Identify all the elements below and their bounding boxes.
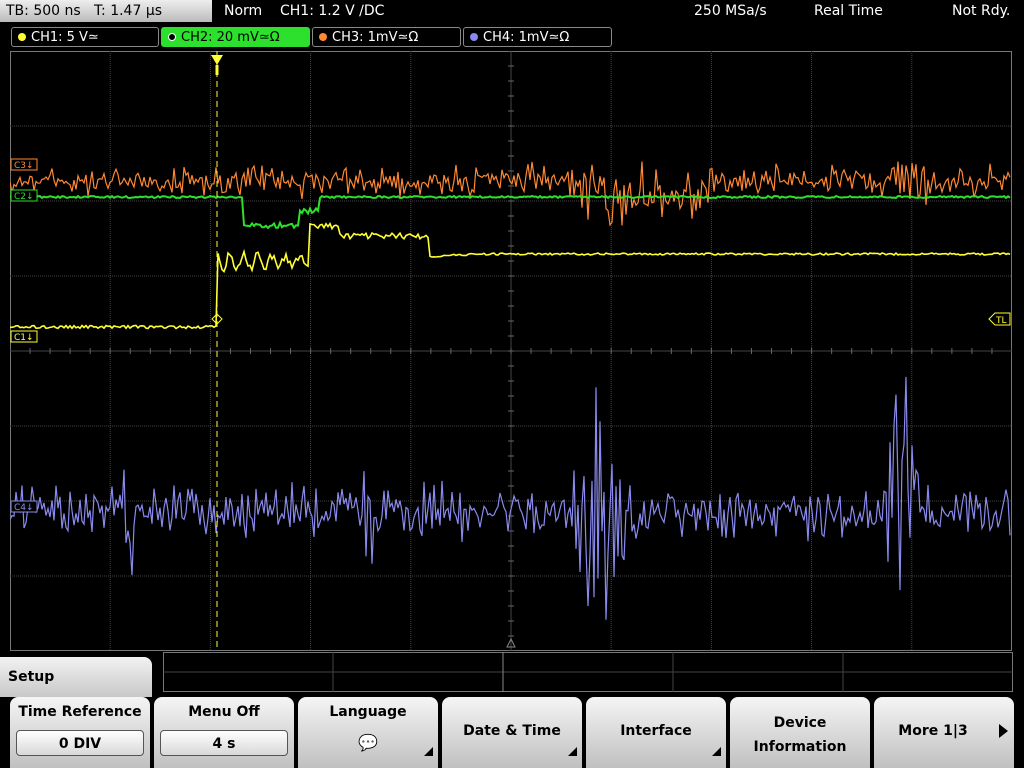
submenu-corner-icon <box>424 747 433 756</box>
language-label: Language <box>329 704 407 720</box>
ch2-dot-icon <box>168 33 176 41</box>
language-softkey[interactable]: Language 💬 <box>298 697 438 768</box>
time-reference-label: Time Reference <box>18 704 142 720</box>
ch4-marker-label: C4↓ <box>14 503 34 513</box>
ch4-dot-icon <box>470 33 478 41</box>
channel-3-tab[interactable]: CH3: 1mV≃Ω <box>312 27 461 47</box>
submenu-corner-icon <box>568 747 577 756</box>
trigger-level-label: TL <box>995 316 1007 326</box>
menu-strip-grid <box>163 652 1013 692</box>
channel-1-label: CH1: 5 V≃ <box>31 30 99 45</box>
channel-2-tab[interactable]: CH2: 20 mV≃Ω <box>161 27 310 47</box>
date-time-softkey[interactable]: Date & Time <box>442 697 582 768</box>
ch1-marker-label: C1↓ <box>14 333 34 343</box>
waveform-display[interactable]: C3↓ C2↓ C1↓ C4↓ TL <box>10 51 1012 651</box>
date-time-label: Date & Time <box>463 723 561 739</box>
more-label: More 1|3 <box>898 723 968 739</box>
status-bar: Norm CH1: 1.2 V ∕DC 250 MSa/s Real Time … <box>214 0 1024 22</box>
trigger-mode: Norm <box>224 3 263 19</box>
sample-rate: 250 MSa/s <box>694 3 767 19</box>
device-information-softkey[interactable]: Device Information <box>730 697 870 768</box>
channel-4-label: CH4: 1mV≃Ω <box>483 30 570 45</box>
channel-3-label: CH3: 1mV≃Ω <box>332 30 419 45</box>
interface-label: Interface <box>620 723 692 739</box>
ch3-marker[interactable]: C3↓ <box>10 158 38 171</box>
channel-2-label: CH2: 20 mV≃Ω <box>181 30 280 45</box>
timebase-readout[interactable]: TB: 500 ns T: 1.47 µs <box>0 0 212 22</box>
ch3-marker-label: C3↓ <box>14 161 34 171</box>
ch4-marker[interactable]: C4↓ <box>10 500 38 513</box>
ch1-marker[interactable]: C1↓ <box>10 330 38 343</box>
ch3-dot-icon <box>319 33 327 41</box>
more-softkey[interactable]: More 1|3 <box>874 697 1014 768</box>
ch2-marker-label: C2↓ <box>14 192 34 202</box>
trigger-position-icon[interactable] <box>211 55 223 75</box>
menu-off-value[interactable]: 4 s <box>160 730 288 756</box>
menu-off-label: Menu Off <box>188 704 260 720</box>
ch2-marker[interactable]: C2↓ <box>10 189 38 202</box>
time-reference-softkey[interactable]: Time Reference 0 DIV <box>10 697 150 768</box>
channel-4-tab[interactable]: CH4: 1mV≃Ω <box>463 27 612 47</box>
time-reference-value[interactable]: 0 DIV <box>16 730 144 756</box>
trigger-level-marker[interactable]: TL <box>988 312 1011 326</box>
menu-off-softkey[interactable]: Menu Off 4 s <box>154 697 294 768</box>
acquisition-mode: Real Time <box>814 3 883 19</box>
device-information-label: Device Information <box>753 715 847 755</box>
ch1-dot-icon <box>18 33 26 41</box>
speech-bubbles-icon: 💬 <box>358 733 378 752</box>
ch4-waveform <box>10 376 1011 620</box>
submenu-corner-icon <box>712 747 721 756</box>
trigger-state: Not Rdy. <box>952 3 1011 19</box>
interface-softkey[interactable]: Interface <box>586 697 726 768</box>
channel-1-tab[interactable]: CH1: 5 V≃ <box>11 27 159 47</box>
next-page-arrow-icon <box>999 724 1008 738</box>
graticule <box>10 51 1012 651</box>
menu-title: Setup <box>0 657 152 697</box>
trigger-source: CH1: 1.2 V ∕DC <box>280 3 385 19</box>
